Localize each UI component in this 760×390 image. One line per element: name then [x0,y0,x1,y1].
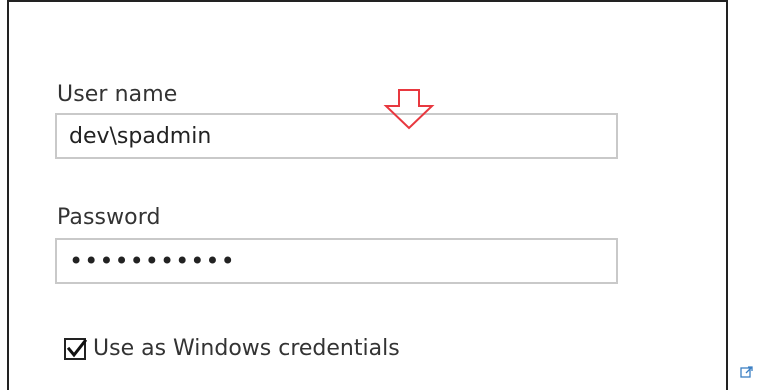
credentials-dialog: User name Password Use as Windows creden… [7,0,728,390]
external-link-icon[interactable] [740,365,754,379]
password-label: Password [57,205,161,230]
windows-credentials-checkbox[interactable] [64,337,88,360]
screenshot-canvas: User name Password Use as Windows creden… [0,0,760,390]
down-arrow-icon [383,89,435,130]
windows-credentials-label: Use as Windows credentials [93,336,400,361]
windows-credentials-option[interactable]: Use as Windows credentials [64,336,400,361]
password-field[interactable] [55,238,618,284]
username-field[interactable] [55,113,618,159]
checkmark-icon [66,338,88,357]
username-label: User name [57,82,178,107]
